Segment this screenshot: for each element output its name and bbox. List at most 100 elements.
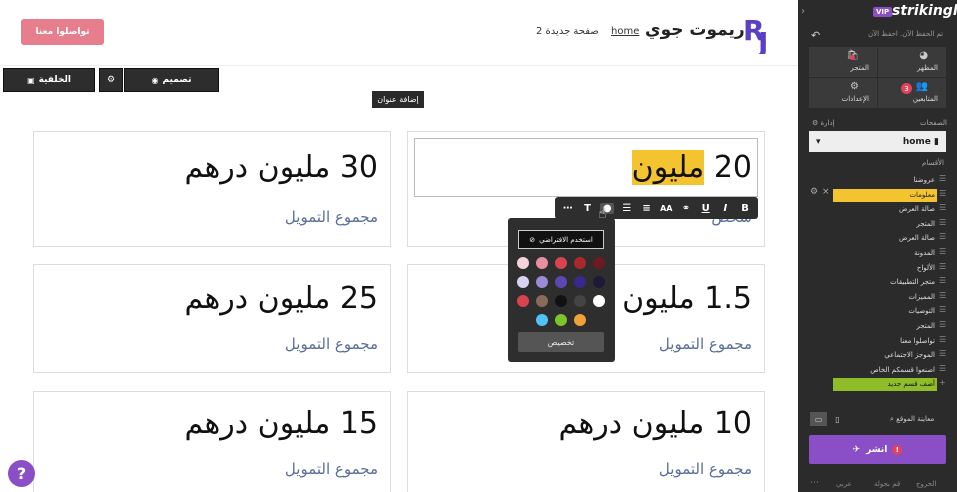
stat-card[interactable]: 25 مليون درهم مجموع التمويل: [33, 264, 391, 373]
color-swatch[interactable]: [574, 276, 586, 288]
plus-icon[interactable]: +: [939, 378, 946, 387]
card-label[interactable]: مجموع التمويل: [285, 208, 378, 226]
drag-handle-icon[interactable]: ☰: [939, 291, 946, 300]
drag-handle-icon[interactable]: ☰: [939, 232, 946, 241]
collapse-chevron-icon[interactable]: ›: [801, 6, 805, 17]
stat-card[interactable]: 10 مليون درهم مجموع التمويل: [407, 391, 765, 492]
undo-icon[interactable]: ↶: [811, 29, 820, 42]
color-swatch[interactable]: [555, 314, 567, 326]
section-item[interactable]: الموجز الاجتماعي: [833, 349, 937, 362]
manage-pages-link[interactable]: إدارة ⚙: [812, 119, 835, 127]
drag-handle-icon[interactable]: ☰: [939, 335, 946, 344]
logout-link[interactable]: الخروج: [916, 480, 936, 488]
drag-handle-icon[interactable]: ☰: [939, 305, 946, 314]
section-item[interactable]: صالة العرض: [833, 232, 937, 245]
section-item[interactable]: تواصلوا معنا: [833, 335, 937, 348]
section-item[interactable]: التوصيات: [833, 305, 937, 318]
color-swatch[interactable]: [517, 276, 529, 288]
color-swatch[interactable]: [555, 295, 567, 307]
card-label[interactable]: مجموع التمويل: [285, 335, 378, 353]
tour-link[interactable]: قم بجولة: [874, 480, 900, 488]
color-swatch[interactable]: [574, 257, 586, 269]
color-swatch[interactable]: [574, 295, 586, 307]
card-label[interactable]: مجموع التمويل: [285, 460, 378, 478]
color-swatch[interactable]: [555, 257, 567, 269]
add-title-tooltip[interactable]: إضافة عنوان: [372, 91, 424, 108]
color-swatch[interactable]: [593, 295, 605, 307]
grid-button-settings[interactable]: ⚙ الإعدادات: [809, 78, 877, 108]
language-link[interactable]: عربي: [836, 480, 852, 488]
card-amount[interactable]: 10 مليون درهم: [559, 406, 752, 441]
color-swatch[interactable]: [574, 314, 586, 326]
site-logo[interactable]: R J: [742, 10, 780, 54]
color-swatch[interactable]: [536, 295, 548, 307]
card-label[interactable]: مجموع التمويل: [659, 335, 752, 353]
stat-card[interactable]: 15 مليون درهم مجموع التمويل: [33, 391, 391, 492]
drag-handle-icon[interactable]: ☰: [939, 320, 946, 329]
italic-icon[interactable]: I: [718, 203, 732, 214]
drag-handle-icon[interactable]: ☰: [939, 349, 946, 358]
design-button[interactable]: تصميم ◉: [124, 68, 219, 92]
grid-button-followers[interactable]: 👥 3 المتابعين: [878, 78, 946, 108]
drag-handle-icon[interactable]: ☰: [939, 262, 946, 271]
section-item[interactable]: متجر التطبيقات: [833, 276, 937, 289]
section-item[interactable]: اصنعوا قسمكم الخاص: [833, 364, 937, 377]
color-swatch[interactable]: [555, 276, 567, 288]
drag-handle-icon[interactable]: ☰: [939, 276, 946, 285]
help-button[interactable]: ?: [8, 460, 35, 487]
background-button[interactable]: الخلفية ▣: [3, 68, 95, 92]
text-style-icon[interactable]: AA: [659, 204, 673, 213]
page-selector[interactable]: ▾ home ▮: [809, 131, 946, 152]
text-size-icon[interactable]: T: [581, 203, 595, 214]
drag-handle-icon[interactable]: ☰: [939, 218, 946, 227]
color-swatch[interactable]: [593, 257, 605, 269]
bullet-list-icon[interactable]: ☰: [620, 203, 634, 214]
mobile-view-icon[interactable]: ▯: [829, 412, 846, 426]
text-edit-box[interactable]: [414, 138, 758, 197]
section-item[interactable]: الألواح: [833, 262, 937, 275]
publish-button[interactable]: ! انشر ✈: [809, 435, 946, 464]
underline-icon[interactable]: U: [699, 203, 713, 214]
drag-handle-icon[interactable]: ☰: [939, 189, 946, 198]
section-item[interactable]: معلومات: [833, 189, 937, 202]
color-swatch[interactable]: [536, 276, 548, 288]
color-swatch[interactable]: [517, 257, 529, 269]
grid-button-style[interactable]: ◕ المظهر: [878, 47, 946, 77]
stat-card[interactable]: 30 مليون درهم مجموع التمويل: [33, 131, 391, 247]
drag-handle-icon[interactable]: ☰: [939, 364, 946, 373]
section-item[interactable]: المتجر: [833, 218, 937, 231]
customize-button[interactable]: تخصيص: [518, 332, 604, 352]
desktop-view-icon[interactable]: ▭: [810, 412, 827, 426]
card-amount[interactable]: 25 مليون درهم: [185, 281, 378, 316]
preview-site-link[interactable]: معاينة الموقع ⌕: [890, 415, 934, 424]
section-delete-icon[interactable]: ×: [822, 187, 830, 197]
card-label[interactable]: مجموع التمويل: [659, 460, 752, 478]
align-icon[interactable]: ≡: [640, 203, 654, 214]
more-menu-icon[interactable]: ⋯: [810, 478, 819, 488]
drag-handle-icon[interactable]: ☰: [939, 247, 946, 256]
section-item[interactable]: عروضنا: [833, 174, 937, 187]
color-swatch[interactable]: [517, 295, 529, 307]
card-amount[interactable]: 30 مليون درهم: [185, 150, 378, 185]
section-item[interactable]: المدونة: [833, 247, 937, 260]
grid-button-store[interactable]: 🛍 المتجر: [809, 47, 877, 77]
section-item[interactable]: المميزات: [833, 291, 937, 304]
color-swatch[interactable]: [536, 314, 548, 326]
site-title[interactable]: ريموت جوي: [645, 20, 745, 40]
bold-icon[interactable]: B: [738, 203, 752, 214]
drag-handle-icon[interactable]: ☰: [939, 174, 946, 183]
color-swatch[interactable]: [536, 257, 548, 269]
card-amount[interactable]: 15 مليون درهم: [185, 406, 378, 441]
color-swatch[interactable]: [593, 276, 605, 288]
section-item[interactable]: المتجر: [833, 320, 937, 333]
section-settings-icon[interactable]: ⚙: [810, 187, 818, 197]
nav-link-new-page[interactable]: صفحة جديدة 2: [536, 26, 599, 37]
add-section-button[interactable]: أضف قسم جديد: [833, 378, 937, 391]
contact-us-button[interactable]: تواصلوا معنا: [21, 19, 104, 45]
section-item[interactable]: صالة العرض: [833, 203, 937, 216]
link-icon[interactable]: ⚭: [679, 203, 693, 214]
gear-button[interactable]: ⚙: [99, 68, 123, 92]
use-default-button[interactable]: استخدم الافتراضي ⊘: [518, 230, 604, 249]
nav-link-home[interactable]: home: [611, 26, 639, 37]
more-icon[interactable]: ⋯: [561, 203, 575, 214]
